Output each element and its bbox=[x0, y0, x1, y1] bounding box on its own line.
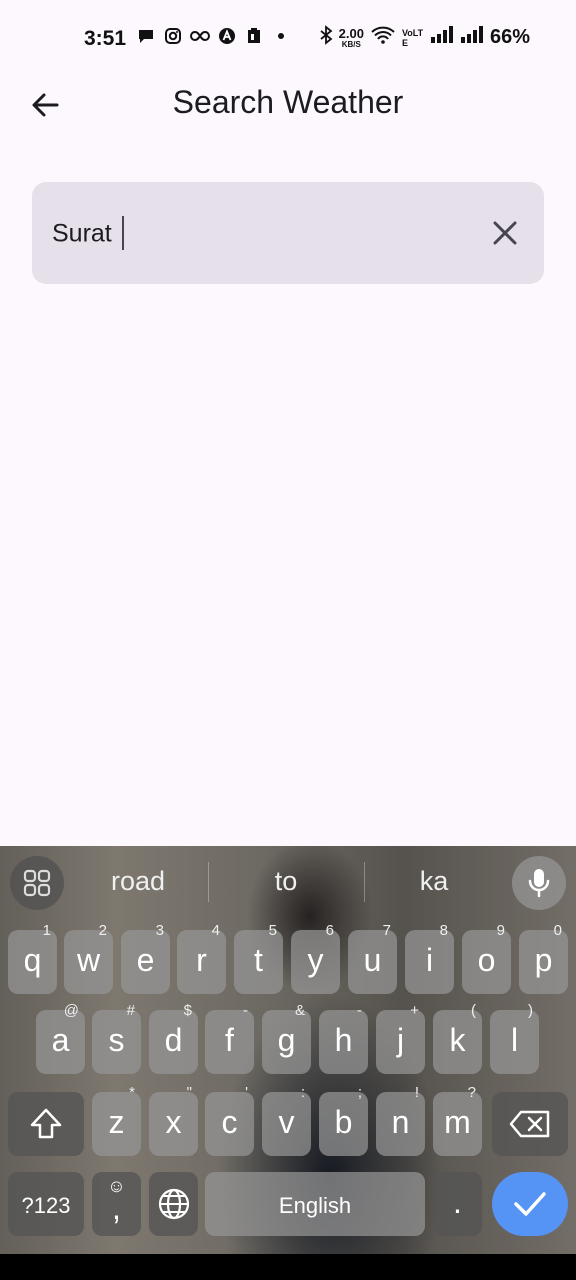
volte-label: VoLTE bbox=[401, 27, 424, 48]
clear-search-button[interactable] bbox=[488, 216, 522, 250]
onscreen-keyboard: road to ka q1 w2 e3 r4 t5 y6 u7 i8 o9 p0… bbox=[0, 846, 576, 1254]
key-h[interactable]: h- bbox=[319, 1002, 368, 1074]
status-bar: 3:51 2.00 KB/S VoLTE 66% bbox=[0, 0, 576, 78]
notification-icons bbox=[136, 27, 290, 46]
key-l[interactable]: l) bbox=[490, 1002, 539, 1074]
instagram-icon bbox=[163, 27, 182, 46]
status-time: 3:51 bbox=[84, 27, 127, 50]
key-o[interactable]: o9 bbox=[462, 922, 511, 994]
search-field[interactable]: Surat bbox=[32, 182, 544, 284]
key-r[interactable]: r4 bbox=[177, 922, 226, 994]
suggestion-2[interactable]: to bbox=[216, 866, 356, 897]
keyboard-menu-button[interactable] bbox=[10, 856, 64, 910]
key-u[interactable]: u7 bbox=[348, 922, 397, 994]
suggestion-1[interactable]: road bbox=[68, 866, 208, 897]
checkmark-icon bbox=[514, 1192, 546, 1216]
key-c[interactable]: c ' bbox=[205, 1084, 254, 1156]
key-y[interactable]: y6 bbox=[291, 922, 340, 994]
key-t[interactable]: t5 bbox=[234, 922, 283, 994]
key-z[interactable]: z * bbox=[92, 1084, 141, 1156]
key-d[interactable]: d $ bbox=[149, 1002, 198, 1074]
infinity-icon bbox=[189, 27, 211, 46]
back-button[interactable] bbox=[24, 84, 66, 126]
battery-percent: 66% bbox=[489, 26, 530, 48]
key-q[interactable]: q1 bbox=[8, 922, 57, 994]
network-speed: 2.00 KB/S bbox=[338, 25, 364, 49]
key-s[interactable]: s # bbox=[92, 1002, 141, 1074]
shift-arrow-icon bbox=[30, 1108, 62, 1139]
text-cursor bbox=[121, 216, 124, 250]
clipboard-icon bbox=[244, 27, 263, 46]
app-a-icon bbox=[217, 27, 236, 46]
backspace-key[interactable] bbox=[492, 1092, 568, 1156]
done-key[interactable] bbox=[492, 1172, 568, 1236]
dot-icon bbox=[271, 27, 290, 46]
key-v[interactable]: v: bbox=[262, 1084, 311, 1156]
suggestion-divider bbox=[208, 862, 209, 902]
microphone-icon bbox=[528, 869, 550, 898]
key-f[interactable]: f- bbox=[205, 1002, 254, 1074]
suggestion-3[interactable]: ka bbox=[364, 866, 504, 897]
key-w[interactable]: w2 bbox=[64, 922, 113, 994]
emoji-comma-key[interactable]: ☺ , bbox=[92, 1172, 141, 1236]
voice-input-button[interactable] bbox=[512, 856, 566, 910]
signal-strength-1-icon bbox=[430, 25, 454, 50]
app-bar: Search Weather bbox=[0, 78, 576, 130]
key-n[interactable]: n! bbox=[376, 1084, 425, 1156]
space-key[interactable]: English bbox=[205, 1172, 425, 1236]
bluetooth-icon bbox=[319, 25, 333, 50]
backspace-icon bbox=[509, 1110, 550, 1138]
key-a[interactable]: a @ bbox=[36, 1002, 85, 1074]
navigation-bar bbox=[0, 1254, 576, 1280]
key-j[interactable]: j + bbox=[376, 1002, 425, 1074]
chat-bubble-icon bbox=[136, 27, 155, 46]
key-g[interactable]: g & bbox=[262, 1002, 311, 1074]
arrow-back-icon bbox=[32, 93, 59, 117]
signal-strength-2-icon bbox=[460, 25, 484, 50]
key-i[interactable]: i8 bbox=[405, 922, 454, 994]
key-k[interactable]: k( bbox=[433, 1002, 482, 1074]
key-b[interactable]: b; bbox=[319, 1084, 368, 1156]
key-x[interactable]: x " bbox=[149, 1084, 198, 1156]
search-input-value: Surat bbox=[52, 219, 112, 248]
search-input[interactable]: Surat bbox=[52, 216, 124, 252]
shift-key[interactable] bbox=[8, 1092, 84, 1156]
key-m[interactable]: m? bbox=[433, 1084, 482, 1156]
language-key[interactable] bbox=[149, 1172, 198, 1236]
key-e[interactable]: e3 bbox=[121, 922, 170, 994]
page-title: Search Weather bbox=[172, 84, 404, 120]
period-key[interactable]: . bbox=[433, 1172, 482, 1236]
wifi-icon bbox=[370, 25, 396, 50]
apps-grid-icon bbox=[23, 869, 51, 897]
key-p[interactable]: p0 bbox=[519, 922, 568, 994]
suggestion-strip: road to ka bbox=[0, 846, 576, 918]
globe-icon bbox=[158, 1188, 189, 1220]
system-icons: 2.00 KB/S VoLTE 66% bbox=[319, 25, 530, 50]
symbols-key[interactable]: ?123 bbox=[8, 1172, 84, 1236]
close-icon bbox=[493, 221, 517, 245]
